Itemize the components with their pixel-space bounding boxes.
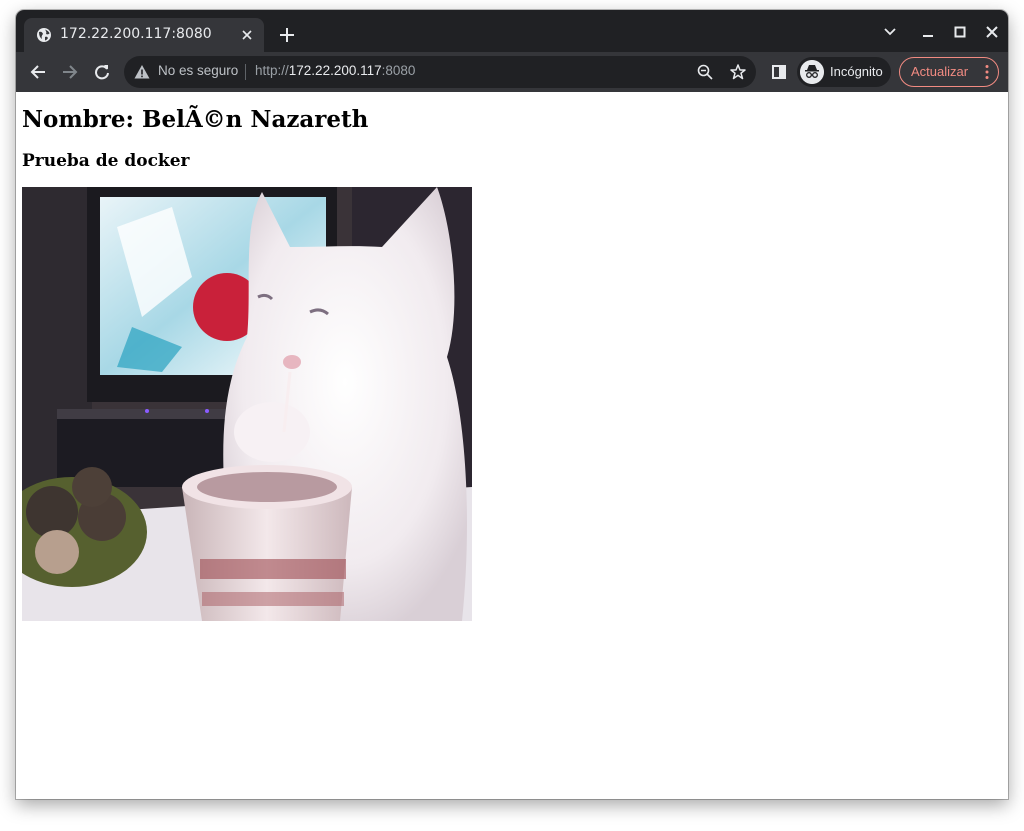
url-text[interactable]: http://172.22.200.117:8080 xyxy=(255,63,415,78)
side-panel-icon[interactable] xyxy=(767,60,791,84)
warning-icon[interactable] xyxy=(134,64,150,80)
back-arrow-icon[interactable] xyxy=(26,60,50,84)
incognito-icon xyxy=(800,60,824,84)
kebab-menu-icon[interactable] xyxy=(984,64,990,80)
maximize-icon[interactable] xyxy=(950,22,970,42)
incognito-label: Incógnito xyxy=(830,64,883,79)
reload-icon[interactable] xyxy=(90,60,114,84)
url-host: 172.22.200.117 xyxy=(288,63,382,78)
address-bar[interactable]: No es seguro http://172.22.200.117:8080 xyxy=(124,56,756,88)
star-icon[interactable] xyxy=(729,63,747,81)
tab-strip: 172.22.200.117:8080 xyxy=(16,10,1008,52)
globe-icon xyxy=(37,28,51,42)
close-icon[interactable] xyxy=(982,22,1002,42)
update-label: Actualizar xyxy=(911,64,969,79)
page-content: Nombre: BelÃ©n Nazareth Prueba de docker xyxy=(16,92,1008,799)
page-heading: Nombre: BelÃ©n Nazareth xyxy=(22,106,369,133)
minimize-icon[interactable] xyxy=(918,22,938,42)
tab-title: 172.22.200.117:8080 xyxy=(60,26,212,42)
toolbar: No es seguro http://172.22.200.117:8080 xyxy=(16,52,1008,92)
zoom-out-icon[interactable] xyxy=(696,63,714,81)
new-tab-icon[interactable] xyxy=(276,24,298,46)
security-label[interactable]: No es seguro xyxy=(158,63,238,78)
omnibox-divider xyxy=(245,64,246,80)
url-scheme: http:// xyxy=(255,63,289,78)
active-tab[interactable]: 172.22.200.117:8080 xyxy=(24,18,264,52)
update-button[interactable]: Actualizar xyxy=(899,57,999,87)
browser-window: 172.22.200.117:8080 No es seguro http://… xyxy=(16,10,1008,799)
tab-close-icon[interactable] xyxy=(238,26,256,44)
url-port: :8080 xyxy=(381,63,416,78)
incognito-chip[interactable]: Incógnito xyxy=(797,57,891,87)
tab-search-icon[interactable] xyxy=(880,22,900,42)
kitten-photo xyxy=(22,187,472,621)
forward-arrow-icon[interactable] xyxy=(58,60,82,84)
page-subheading: Prueba de docker xyxy=(22,151,190,171)
